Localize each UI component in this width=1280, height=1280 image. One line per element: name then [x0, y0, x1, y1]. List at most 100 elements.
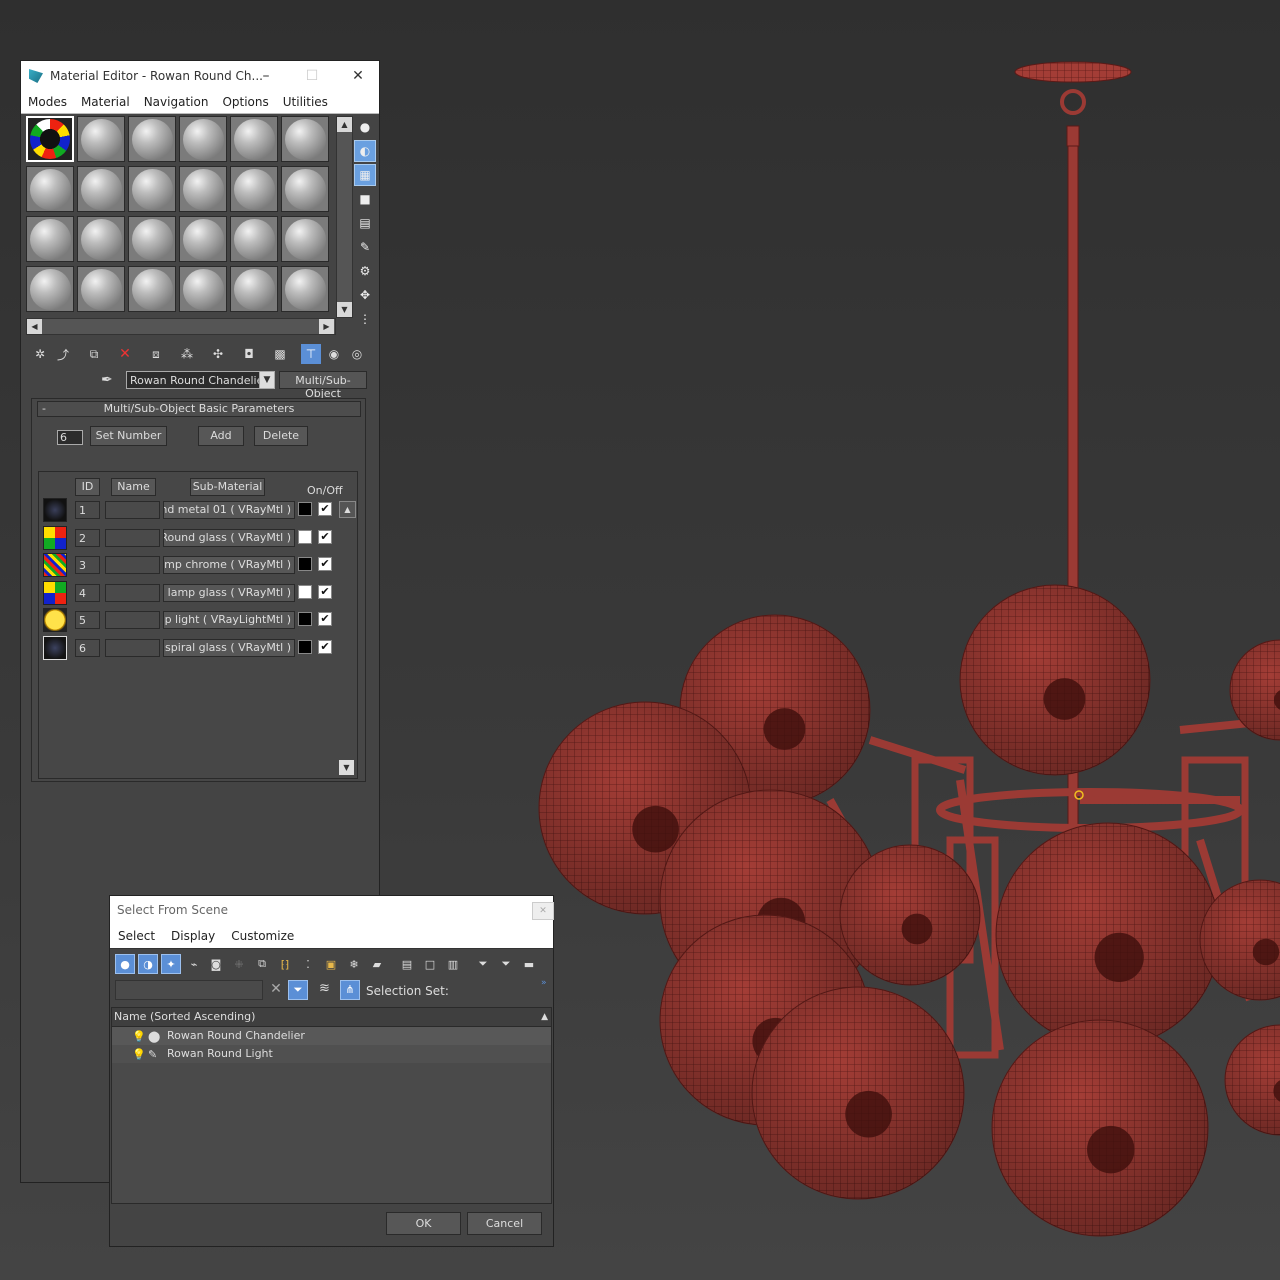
- display-geometry-icon[interactable]: ●: [115, 954, 135, 974]
- lightbulb-icon[interactable]: 💡: [132, 1046, 146, 1064]
- material-name-field[interactable]: Rowan Round Chandelier: [126, 371, 275, 389]
- maximize-button[interactable]: ☐: [289, 61, 335, 91]
- sub-material-name-field[interactable]: [105, 501, 160, 519]
- sub-material-button[interactable]: Rowan Round lamp glass ( VRayMtl ): [163, 584, 295, 602]
- lightbulb-icon[interactable]: 💡: [132, 1028, 146, 1046]
- set-number-button[interactable]: Set Number: [90, 426, 167, 446]
- show-end-result-icon[interactable]: ⊤: [301, 344, 321, 364]
- color-swatch[interactable]: [298, 530, 312, 544]
- filter-icon[interactable]: ⏷: [473, 954, 493, 974]
- show-shaded-icon[interactable]: ▩: [270, 344, 290, 364]
- material-sample-slot[interactable]: [230, 116, 278, 162]
- menu-navigation[interactable]: Navigation: [137, 95, 216, 109]
- scroll-left-icon[interactable]: ◀: [27, 319, 42, 334]
- on-off-checkbox[interactable]: ✔: [318, 530, 332, 544]
- on-off-checkbox[interactable]: ✔: [318, 502, 332, 516]
- delete-button[interactable]: Delete: [254, 426, 308, 446]
- menu-customize[interactable]: Customize: [223, 929, 302, 943]
- menu-options[interactable]: Options: [215, 95, 275, 109]
- material-sample-slot[interactable]: [26, 166, 74, 212]
- sub-material-thumbnail[interactable]: [43, 526, 67, 550]
- display-helpers-icon[interactable]: ◙: [206, 954, 226, 974]
- search-input[interactable]: [115, 980, 263, 1000]
- cancel-button[interactable]: Cancel: [467, 1212, 542, 1235]
- menu-display[interactable]: Display: [163, 929, 223, 943]
- material-sample-slot[interactable]: [26, 116, 74, 162]
- display-spacewarps-icon[interactable]: ⁜: [229, 954, 249, 974]
- sub-material-thumbnail[interactable]: [43, 553, 67, 577]
- close-button[interactable]: ✕: [335, 61, 381, 91]
- menu-select[interactable]: Select: [110, 929, 163, 943]
- sub-material-thumbnail[interactable]: [43, 581, 67, 605]
- material-sample-slot[interactable]: [281, 166, 329, 212]
- material-sample-slot[interactable]: [179, 216, 227, 262]
- display-hidden-icon[interactable]: ▰: [367, 954, 387, 974]
- copy-material-icon[interactable]: ⧈: [146, 344, 166, 364]
- sort-ascending-icon[interactable]: ▲: [541, 1008, 548, 1026]
- scroll-up-icon[interactable]: ▲: [337, 117, 352, 132]
- sub-material-button[interactable]: Rowan Round lamp light ( VRayLightMtl ): [163, 611, 295, 629]
- sub-material-name-field[interactable]: [105, 529, 160, 547]
- sub-material-button[interactable]: Rowan Round lamp spiral glass ( VRayMtl …: [163, 639, 295, 657]
- display-xrefs-icon[interactable]: ⁅⁆: [275, 954, 295, 974]
- go-to-parent-icon[interactable]: ◉: [324, 344, 344, 364]
- display-containers-icon[interactable]: ▣: [321, 954, 341, 974]
- scroll-right-icon[interactable]: ▶: [319, 319, 334, 334]
- sub-material-id[interactable]: 3: [75, 556, 100, 574]
- menu-material[interactable]: Material: [74, 95, 137, 109]
- material-id-icon[interactable]: ⋮: [354, 308, 376, 330]
- find-case-sensitive-icon[interactable]: ⏷: [288, 980, 308, 1000]
- put-to-library-icon[interactable]: ✣: [208, 344, 228, 364]
- close-icon[interactable]: ✕: [532, 902, 554, 920]
- layers-icon[interactable]: ≋: [319, 981, 330, 996]
- get-material-icon[interactable]: ✲: [30, 344, 50, 364]
- material-sample-slot[interactable]: [77, 166, 125, 212]
- scroll-down-icon[interactable]: ▼: [337, 302, 352, 317]
- sample-uv-tiling-icon[interactable]: ■: [354, 188, 376, 210]
- sub-material-name-field[interactable]: [105, 556, 160, 574]
- sub-material-button[interactable]: Rowan Round metal 01 ( VRayMtl ): [163, 501, 295, 519]
- menu-utilities[interactable]: Utilities: [276, 95, 335, 109]
- add-button[interactable]: Add: [198, 426, 244, 446]
- slots-vertical-scrollbar[interactable]: ▲ ▼: [336, 116, 353, 318]
- display-cameras-icon[interactable]: ⌁: [184, 954, 204, 974]
- sub-material-id[interactable]: 6: [75, 639, 100, 657]
- material-sample-slot[interactable]: [179, 266, 227, 312]
- minimize-button[interactable]: –: [243, 61, 289, 91]
- table-scroll-down-icon[interactable]: ▼: [339, 760, 354, 775]
- table-scroll-up-icon[interactable]: ▲: [339, 501, 356, 518]
- material-sample-slot[interactable]: [26, 216, 74, 262]
- list-item[interactable]: 💡 ✎ Rowan Round Light: [112, 1045, 551, 1063]
- sub-material-name-field[interactable]: [105, 584, 160, 602]
- material-sample-slot[interactable]: [128, 166, 176, 212]
- sub-material-name-field[interactable]: [105, 611, 160, 629]
- select-all-icon[interactable]: ▤: [397, 954, 417, 974]
- hierarchy-icon[interactable]: ⋔: [340, 980, 360, 1000]
- sample-type-icon[interactable]: ●: [354, 116, 376, 138]
- material-sample-slot[interactable]: [77, 216, 125, 262]
- sub-material-name-field[interactable]: [105, 639, 160, 657]
- assign-to-selection-icon[interactable]: ⧉: [84, 344, 104, 364]
- on-off-checkbox[interactable]: ✔: [318, 612, 332, 626]
- options-icon[interactable]: ⚙: [354, 260, 376, 282]
- display-frozen-icon[interactable]: ❄: [344, 954, 364, 974]
- slots-horizontal-scrollbar[interactable]: ◀ ▶: [26, 318, 336, 335]
- color-swatch[interactable]: [298, 502, 312, 516]
- set-number-field[interactable]: 6: [57, 430, 83, 445]
- display-groups-icon[interactable]: ⧉: [252, 954, 272, 974]
- color-swatch[interactable]: [298, 557, 312, 571]
- make-unique-icon[interactable]: ⁂: [177, 344, 197, 364]
- material-sample-slot[interactable]: [281, 266, 329, 312]
- ok-button[interactable]: OK: [386, 1212, 461, 1235]
- select-from-scene-titlebar[interactable]: Select From Scene ✕: [110, 896, 554, 924]
- sub-material-column-header[interactable]: Sub-Material: [190, 478, 265, 496]
- color-swatch[interactable]: [298, 640, 312, 654]
- material-sample-slot[interactable]: [179, 166, 227, 212]
- material-sample-slot[interactable]: [77, 116, 125, 162]
- make-preview-icon[interactable]: ✎: [354, 236, 376, 258]
- sub-material-id[interactable]: 4: [75, 584, 100, 602]
- on-off-checkbox[interactable]: ✔: [318, 585, 332, 599]
- material-editor-titlebar[interactable]: Material Editor - Rowan Round Ch... – ☐ …: [21, 61, 379, 91]
- select-by-material-icon[interactable]: ✥: [354, 284, 376, 306]
- select-invert-icon[interactable]: ▥: [443, 954, 463, 974]
